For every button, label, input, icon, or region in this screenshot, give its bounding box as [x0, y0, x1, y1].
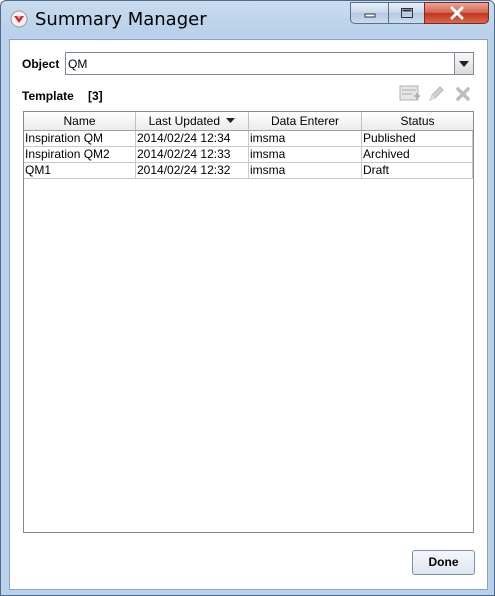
- cell-status: Draft: [362, 163, 473, 179]
- minimize-icon: [364, 13, 375, 18]
- template-count: [3]: [88, 89, 103, 103]
- template-label: Template: [22, 89, 74, 103]
- edit-icon[interactable]: [425, 84, 447, 104]
- sort-descending-icon: [226, 118, 236, 123]
- object-selected-value: QM: [68, 57, 88, 71]
- cell-last-updated: 2014/02/24 12:33: [136, 147, 249, 163]
- table-row[interactable]: Inspiration QM2 2014/02/24 12:33 imsma A…: [24, 147, 473, 163]
- column-header-data-enterer[interactable]: Data Enterer: [249, 112, 362, 130]
- cell-last-updated: 2014/02/24 12:32: [136, 163, 249, 179]
- object-combobox[interactable]: QM: [65, 52, 474, 75]
- dialog-window: Summary Manager Object QM Template [3] N…: [0, 0, 495, 596]
- maximize-icon: [400, 8, 413, 18]
- table-row[interactable]: Inspiration QM 2014/02/24 12:34 imsma Pu…: [24, 131, 473, 147]
- close-icon: [450, 6, 463, 20]
- column-header-status[interactable]: Status: [362, 112, 473, 130]
- close-button[interactable]: [424, 2, 489, 24]
- cell-status: Archived: [362, 147, 473, 163]
- column-header-last-updated[interactable]: Last Updated: [136, 112, 249, 130]
- add-template-icon[interactable]: [399, 84, 421, 104]
- table-row[interactable]: QM1 2014/02/24 12:32 imsma Draft: [24, 163, 473, 179]
- dropdown-arrow-button[interactable]: [454, 53, 473, 74]
- cell-name: Inspiration QM: [24, 131, 136, 147]
- cell-data-enterer: imsma: [249, 163, 362, 179]
- dialog-content: Object QM Template [3] Name Last Updated…: [9, 39, 488, 590]
- chevron-down-icon: [459, 60, 469, 67]
- delete-icon[interactable]: [452, 84, 474, 104]
- cell-data-enterer: imsma: [249, 131, 362, 147]
- table-header: Name Last Updated Data Enterer Status: [24, 112, 473, 131]
- cell-name: Inspiration QM2: [24, 147, 136, 163]
- app-icon: [10, 10, 28, 28]
- done-button[interactable]: Done: [412, 550, 475, 575]
- template-table[interactable]: Name Last Updated Data Enterer Status In…: [23, 111, 474, 533]
- column-header-name[interactable]: Name: [24, 112, 136, 130]
- window-title: Summary Manager: [35, 9, 207, 30]
- object-label: Object: [22, 57, 60, 71]
- cell-data-enterer: imsma: [249, 147, 362, 163]
- title-bar[interactable]: Summary Manager: [1, 1, 494, 37]
- cell-last-updated: 2014/02/24 12:34: [136, 131, 249, 147]
- minimize-button[interactable]: [350, 2, 389, 24]
- maximize-button[interactable]: [388, 2, 425, 24]
- cell-status: Published: [362, 131, 473, 147]
- cell-name: QM1: [24, 163, 136, 179]
